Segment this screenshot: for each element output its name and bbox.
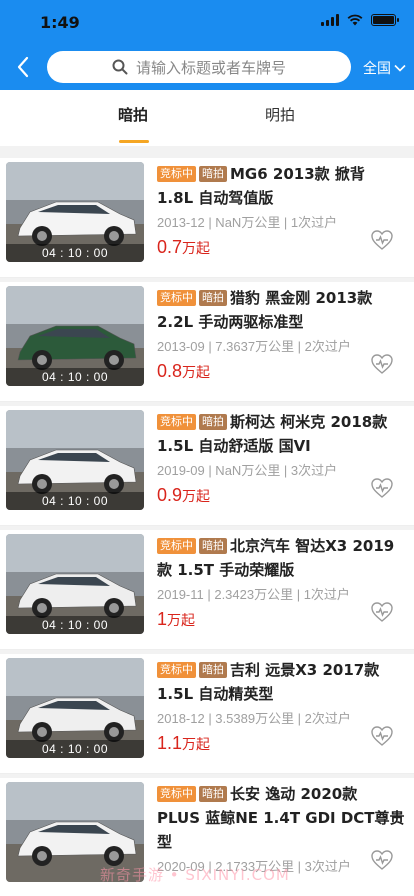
tab-dark-auction[interactable]: 暗拍 [118, 104, 148, 125]
auction-type-badge: 暗拍 [199, 414, 227, 430]
car-thumbnail: 04 : 10 : 00 [6, 534, 144, 634]
chevron-left-icon [17, 56, 29, 78]
car-title-line: 竞标中 暗拍 吉利 远景X3 2017款 1.5L 自动精英型 [157, 658, 405, 706]
car-price: 1.1万起 [157, 733, 405, 754]
price-value: 0.8 [157, 361, 183, 381]
heart-pulse-icon [371, 602, 393, 622]
favorite-button[interactable] [370, 724, 394, 748]
car-title-line: 竞标中 暗拍 长安 逸动 2020款 PLUS 蓝鲸NE 1.4T GDI DCT尊… [157, 782, 405, 854]
car-list-item[interactable]: 04 : 10 : 00 竞标中 暗拍 猎豹 黑金刚 2013款 2.2L 手动两驱… [0, 282, 414, 402]
auction-type-badge: 暗拍 [199, 538, 227, 554]
price-unit: 万起 [182, 240, 211, 256]
car-price: 0.9万起 [157, 485, 405, 506]
favorite-button[interactable] [370, 352, 394, 376]
car-title-line: 竞标中 暗拍 猎豹 黑金刚 2013款 2.2L 手动两驱标准型 [157, 286, 405, 334]
car-meta: 2018-12 | 3.5389万公里 | 2次过户 [157, 711, 351, 726]
favorite-button[interactable] [370, 476, 394, 500]
car-list-item[interactable]: 04 : 10 : 00 竞标中 暗拍 MG6 2013款 掀背 1.8L 自动驾值… [0, 158, 414, 278]
wifi-icon [347, 14, 363, 26]
car-info: 竞标中 暗拍 斯柯达 柯米克 2018款 1.5L 自动舒适版 国VI 2019-0… [157, 410, 405, 506]
countdown-timer: 04 : 10 : 00 [6, 368, 144, 386]
region-label: 全国 [363, 61, 391, 77]
car-price: 0.8万起 [157, 361, 405, 382]
favorite-button[interactable] [370, 228, 394, 252]
car-list-item[interactable]: 04 : 10 : 00 竞标中 暗拍 北京汽车 智达X3 2019款 1.5T 手… [0, 530, 414, 650]
favorite-button[interactable] [370, 848, 394, 872]
auction-type-badge: 暗拍 [199, 662, 227, 678]
back-button[interactable] [10, 52, 36, 82]
status-time: 1:49 [40, 13, 80, 32]
heart-pulse-icon [371, 726, 393, 746]
car-price: 0.7万起 [157, 237, 405, 258]
car-meta: 2013-09 | 7.3637万公里 | 2次过户 [157, 339, 351, 354]
price-value: 0.9 [157, 485, 183, 505]
status-icons [321, 14, 399, 26]
price-value: 1.1 [157, 733, 183, 753]
car-price: 1万起 [157, 609, 405, 630]
car-thumbnail: 04 : 10 : 00 [6, 286, 144, 386]
auction-type-badge: 暗拍 [199, 786, 227, 802]
search-icon [112, 59, 128, 75]
search-placeholder: 请输入标题或者车牌号 [135, 58, 286, 77]
car-meta: 2019-09 | NaN万公里 | 3次过户 [157, 463, 338, 478]
price-value: 1 [157, 609, 168, 629]
watermark: 新奇手游 • SIXINYI.COM [100, 866, 290, 884]
price-unit: 万起 [167, 612, 196, 628]
car-title-line: 竞标中 暗拍 北京汽车 智达X3 2019款 1.5T 手动荣耀版 [157, 534, 405, 582]
tab-bar: 暗拍 明拍 [0, 90, 414, 146]
favorite-button[interactable] [370, 600, 394, 624]
price-value: 0.7 [157, 237, 183, 257]
car-title-line: 竞标中 暗拍 MG6 2013款 掀背 1.8L 自动驾值版 [157, 162, 405, 210]
auction-type-badge: 暗拍 [199, 166, 227, 182]
countdown-timer: 04 : 10 : 00 [6, 616, 144, 634]
region-selector[interactable]: 全国 [363, 58, 406, 78]
bidding-status-badge: 竞标中 [157, 662, 196, 678]
countdown-timer: 04 : 10 : 00 [6, 740, 144, 758]
bidding-status-badge: 竞标中 [157, 166, 196, 182]
heart-pulse-icon [371, 354, 393, 374]
cellular-signal-icon [321, 14, 339, 26]
car-list-item[interactable]: 04 : 10 : 00 竞标中 暗拍 吉利 远景X3 2017款 1.5L 自动精… [0, 654, 414, 774]
heart-pulse-icon [371, 478, 393, 498]
bidding-status-badge: 竞标中 [157, 786, 196, 802]
app-header: 1:49 请输入标题或者车牌号 全国 [0, 0, 414, 90]
bidding-status-badge: 竞标中 [157, 414, 196, 430]
car-title-line: 竞标中 暗拍 斯柯达 柯米克 2018款 1.5L 自动舒适版 国VI [157, 410, 405, 458]
countdown-timer: 04 : 10 : 00 [6, 492, 144, 510]
car-info: 竞标中 暗拍 北京汽车 智达X3 2019款 1.5T 手动荣耀版 2019-11 … [157, 534, 405, 630]
bidding-status-badge: 竞标中 [157, 290, 196, 306]
car-list-item[interactable]: 04 : 10 : 00 竞标中 暗拍 斯柯达 柯米克 2018款 1.5L 自动舒… [0, 406, 414, 526]
battery-icon [371, 14, 399, 26]
chevron-down-icon [394, 64, 406, 72]
car-thumbnail: 04 : 10 : 00 [6, 162, 144, 262]
car-info: 竞标中 暗拍 MG6 2013款 掀背 1.8L 自动驾值版 2013-12 | N… [157, 162, 405, 258]
auction-type-badge: 暗拍 [199, 290, 227, 306]
active-tab-indicator [119, 140, 149, 143]
price-unit: 万起 [182, 488, 211, 504]
car-info: 竞标中 暗拍 猎豹 黑金刚 2013款 2.2L 手动两驱标准型 2013-09 |… [157, 286, 405, 382]
car-info: 竞标中 暗拍 吉利 远景X3 2017款 1.5L 自动精英型 2018-12 | … [157, 658, 405, 754]
car-thumbnail: 04 : 10 : 00 [6, 410, 144, 510]
bidding-status-badge: 竞标中 [157, 538, 196, 554]
search-input[interactable]: 请输入标题或者车牌号 [47, 51, 351, 83]
heart-pulse-icon [371, 850, 393, 870]
price-unit: 万起 [182, 736, 211, 752]
car-meta: 2013-12 | NaN万公里 | 1次过户 [157, 215, 338, 230]
countdown-timer: 04 : 10 : 00 [6, 244, 144, 262]
car-meta: 2019-11 | 2.3423万公里 | 1次过户 [157, 587, 350, 602]
car-thumbnail: 04 : 10 : 00 [6, 658, 144, 758]
heart-pulse-icon [371, 230, 393, 250]
tab-open-auction[interactable]: 明拍 [265, 104, 295, 125]
price-unit: 万起 [182, 364, 211, 380]
